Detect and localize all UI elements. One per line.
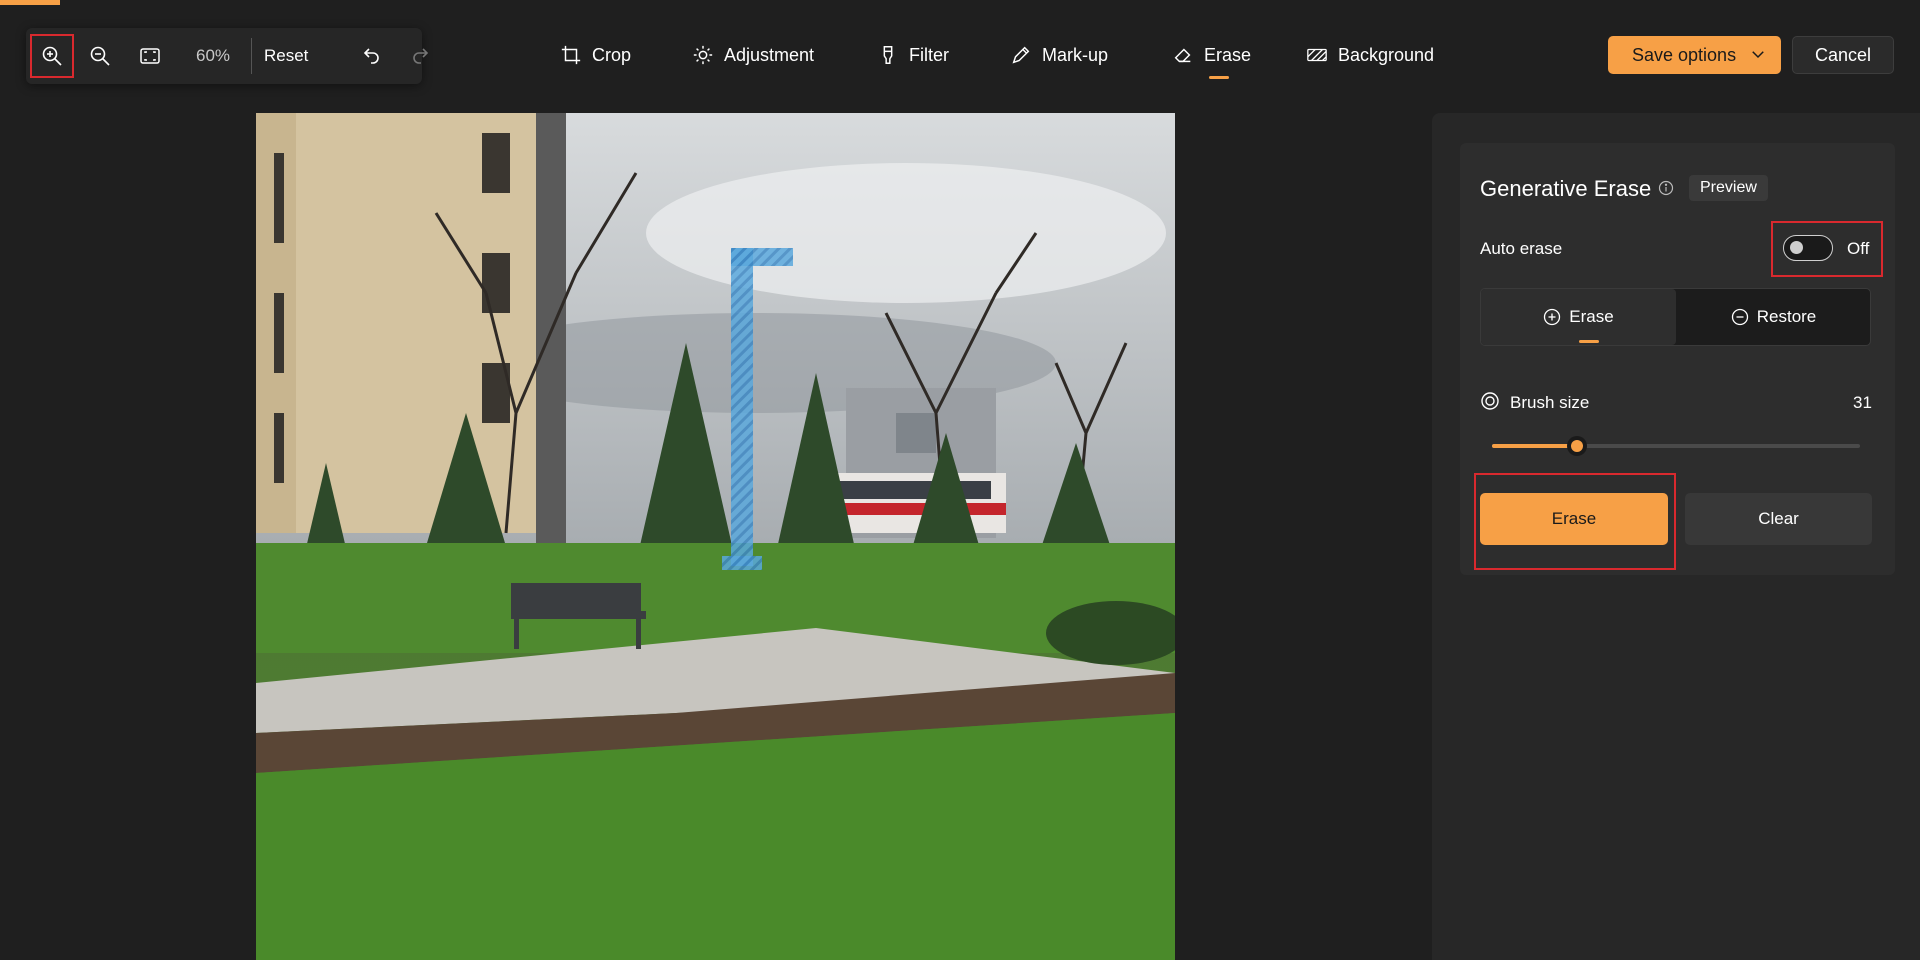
brush-size-slider[interactable]	[1492, 436, 1860, 456]
mode-active-indicator	[1579, 340, 1599, 343]
slider-fill	[1492, 444, 1577, 448]
zoom-toolbar: 60% Reset	[26, 28, 429, 84]
save-options-button[interactable]: Save options	[1608, 36, 1781, 74]
active-tab-indicator	[1209, 76, 1229, 79]
brush-size-label: Brush size	[1510, 393, 1590, 412]
save-options-label: Save options	[1632, 44, 1737, 65]
erase-button[interactable]: Erase	[1480, 493, 1668, 545]
slider-thumb[interactable]	[1566, 436, 1587, 456]
nav-adjustment[interactable]: Adjustment	[692, 44, 814, 66]
crop-icon	[561, 45, 581, 65]
brush-size-icon	[1481, 392, 1499, 410]
panel-title: Generative Erase	[1480, 176, 1652, 201]
clear-button[interactable]: Clear	[1685, 493, 1872, 545]
plus-circle-icon	[1544, 308, 1561, 326]
zoom-out-button[interactable]	[78, 34, 122, 78]
mode-erase-option[interactable]: Erase	[1481, 289, 1676, 345]
zoom-percent: 60%	[196, 46, 231, 65]
auto-erase-state: Off	[1847, 239, 1870, 258]
markup-icon	[1012, 46, 1030, 64]
info-icon[interactable]	[1658, 180, 1674, 196]
fit-to-window-button[interactable]	[128, 34, 172, 78]
zoom-in-icon	[42, 46, 62, 66]
photo-scene	[256, 113, 1175, 960]
nav-erase[interactable]: Erase	[1172, 44, 1251, 66]
nav-markup-label: Mark-up	[1042, 44, 1109, 65]
fit-to-window-icon	[140, 48, 160, 64]
chevron-down-icon[interactable]	[1749, 45, 1767, 63]
nav-background-label: Background	[1338, 44, 1435, 65]
redo-button[interactable]	[398, 34, 442, 78]
nav-filter[interactable]: Filter	[877, 44, 949, 66]
nav-crop[interactable]: Crop	[560, 44, 631, 66]
photo-canvas[interactable]	[256, 113, 1175, 960]
erase-icon	[1174, 48, 1191, 63]
zoom-in-button[interactable]	[30, 34, 74, 78]
nav-background[interactable]: Background	[1306, 44, 1434, 66]
toolbar-divider	[251, 38, 252, 74]
mode-restore-option[interactable]: Restore	[1676, 289, 1871, 345]
preview-badge: Preview	[1689, 175, 1768, 201]
minus-circle-icon	[1731, 308, 1748, 326]
filter-icon	[883, 46, 893, 64]
zoom-out-icon	[90, 46, 110, 66]
toggle-knob	[1790, 241, 1803, 254]
auto-erase-toggle[interactable]	[1783, 235, 1833, 261]
reset-button[interactable]: Reset	[264, 46, 308, 66]
window-accent-strip	[0, 0, 60, 5]
adjustment-icon	[693, 45, 713, 65]
undo-button[interactable]	[350, 34, 394, 78]
nav-adjustment-label: Adjustment	[724, 44, 815, 65]
nav-markup[interactable]: Mark-up	[1010, 44, 1108, 66]
mode-segmented-control: Erase Restore	[1480, 288, 1871, 346]
nav-filter-label: Filter	[909, 44, 949, 65]
mode-erase-label: Erase	[1569, 307, 1614, 326]
cancel-button[interactable]: Cancel	[1792, 36, 1894, 74]
redo-icon	[413, 48, 429, 64]
nav-erase-label: Erase	[1204, 44, 1252, 65]
auto-erase-label: Auto erase	[1480, 239, 1563, 258]
background-icon	[1307, 48, 1327, 62]
undo-icon	[363, 48, 379, 64]
brush-size-value: 31	[1853, 393, 1872, 412]
nav-crop-label: Crop	[592, 44, 632, 65]
mode-restore-label: Restore	[1756, 307, 1817, 326]
